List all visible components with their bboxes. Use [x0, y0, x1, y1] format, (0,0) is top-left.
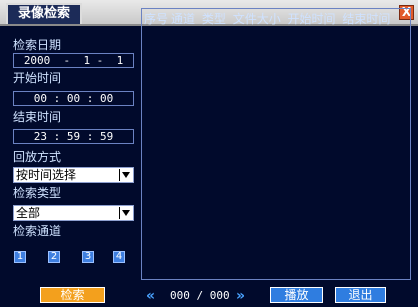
search-type-select[interactable]: 全部: [13, 205, 134, 221]
search-date-label: 检索日期: [13, 38, 62, 52]
playback-mode-select[interactable]: 按时间选择: [13, 167, 134, 183]
col-end-time: 结束时间: [342, 12, 391, 26]
page-indicator: 000 / 000: [170, 289, 230, 302]
dropdown-arrow-icon[interactable]: [119, 207, 132, 219]
col-file-size: 文件大小: [232, 12, 281, 26]
end-time-field[interactable]: 23 : 59 : 59: [13, 129, 134, 144]
col-type: 类型: [201, 12, 226, 26]
page-total: 000: [209, 289, 230, 302]
search-button[interactable]: 检索: [40, 287, 105, 303]
date-month[interactable]: 1: [83, 54, 90, 67]
playback-mode-label: 回放方式: [13, 150, 62, 164]
exit-button[interactable]: 退出: [335, 287, 386, 303]
search-channel-label: 检索通道: [13, 224, 62, 238]
channel-checkbox-3[interactable]: 3: [82, 251, 94, 263]
page-current: 000: [170, 289, 190, 302]
col-start-time: 开始时间: [287, 12, 336, 26]
play-button[interactable]: 播放: [270, 287, 323, 303]
end-time-label: 结束时间: [13, 110, 62, 124]
channel-checkbox-2[interactable]: 2: [48, 251, 60, 263]
col-index: 序号: [144, 12, 169, 26]
playback-mode-value: 按时间选择: [16, 168, 77, 182]
page-next-icon[interactable]: »: [236, 288, 245, 304]
search-type-label: 检索类型: [13, 186, 62, 200]
date-year[interactable]: 2000: [24, 54, 51, 67]
date-field[interactable]: 2000 - 1 - 1: [13, 53, 134, 68]
page-prev-icon[interactable]: «: [146, 288, 155, 304]
start-time-field[interactable]: 00 : 00 : 00: [13, 91, 134, 106]
col-channel: 通道: [171, 12, 196, 26]
date-day[interactable]: 1: [117, 54, 124, 67]
list-header: 序号 通道 类型 文件大小 开始时间 结束时间: [144, 10, 393, 27]
channel-checkbox-1[interactable]: 1: [14, 251, 26, 263]
start-time-label: 开始时间: [13, 71, 62, 85]
record-search-window: 录像检索 X 检索日期 2000 - 1 - 1 开始时间 00 : 00 : …: [0, 0, 418, 307]
window-title: 录像检索: [6, 3, 82, 24]
record-list[interactable]: 序号 通道 类型 文件大小 开始时间 结束时间: [141, 8, 411, 280]
dropdown-arrow-icon[interactable]: [119, 169, 132, 181]
channel-checkbox-4[interactable]: 4: [113, 251, 125, 263]
page-separator: /: [196, 289, 204, 302]
search-type-value: 全部: [16, 206, 41, 220]
